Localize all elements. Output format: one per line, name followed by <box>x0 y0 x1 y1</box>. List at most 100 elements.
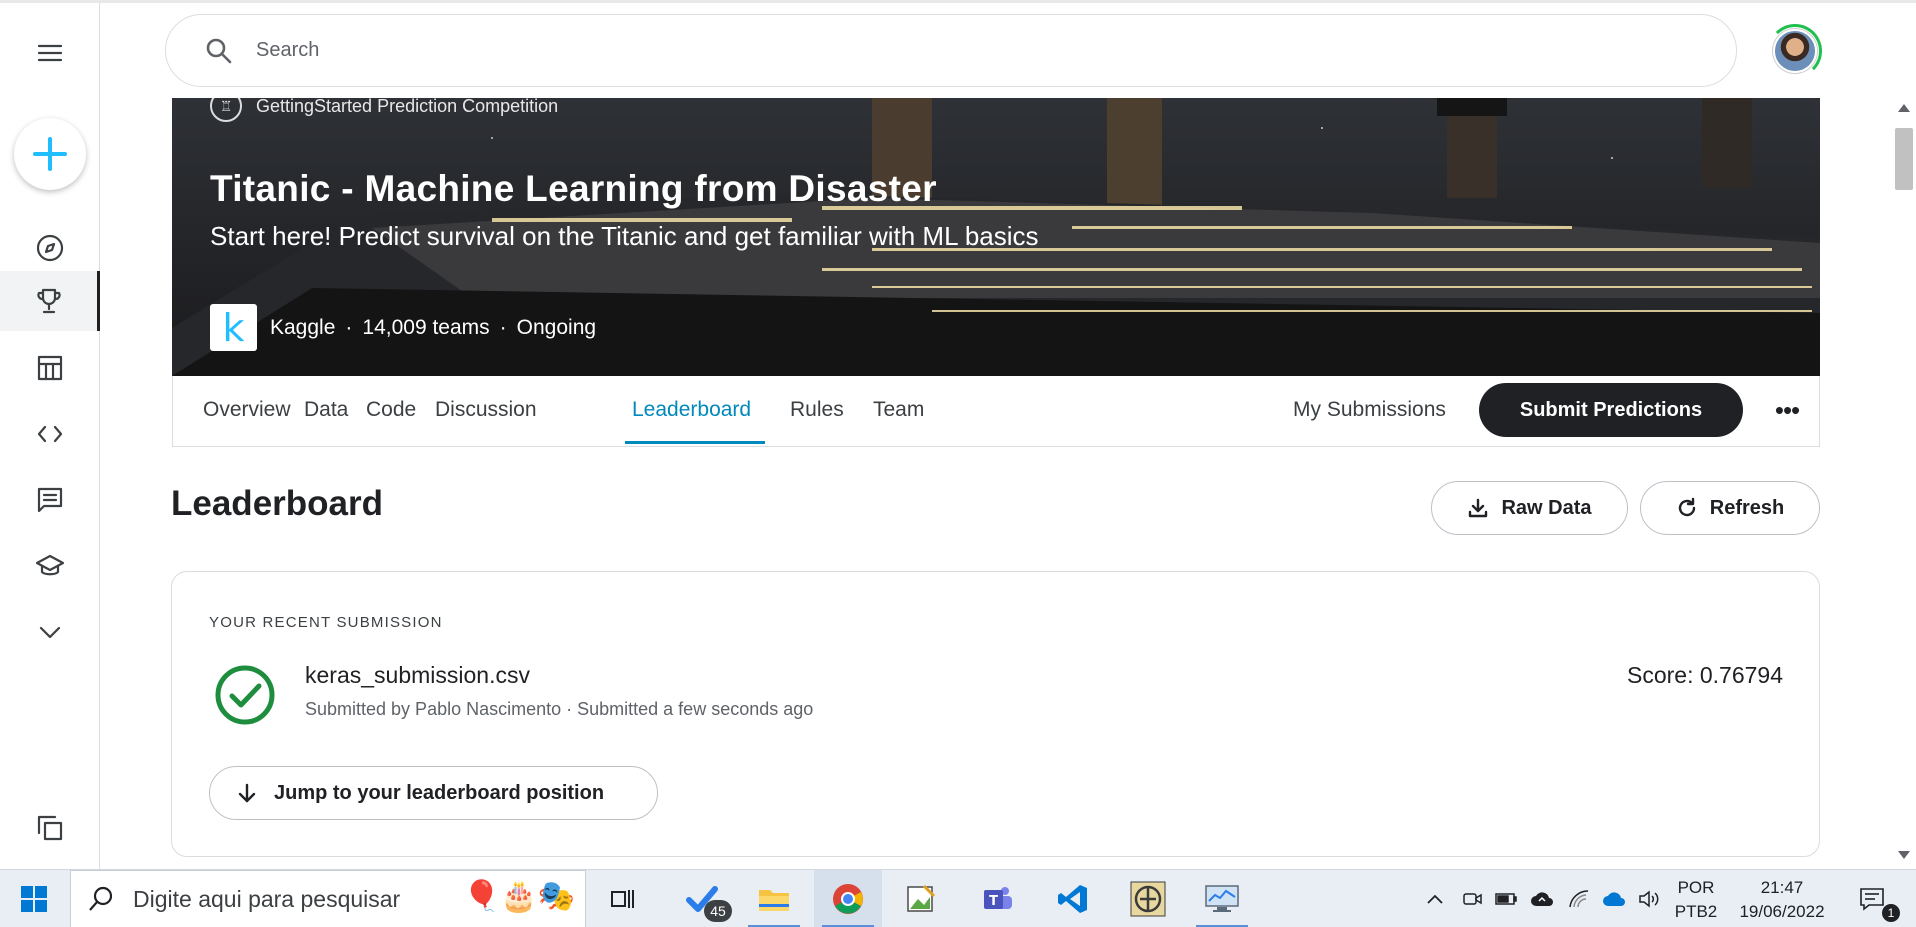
search-input[interactable] <box>256 39 1656 62</box>
jump-label: Jump to your leaderboard position <box>274 781 605 804</box>
raw-data-button[interactable]: Raw Data <box>1431 481 1628 535</box>
chevron-up-icon <box>1427 894 1443 904</box>
scroll-thumb[interactable] <box>1895 128 1913 190</box>
sidebar-item-recently-viewed[interactable] <box>0 798 100 858</box>
clock-date: 19/06/2022 <box>1739 902 1825 921</box>
tray-clock[interactable]: 21:47 19/06/2022 <box>1727 876 1837 924</box>
copy-stack-icon <box>37 815 63 841</box>
arrow-down-icon <box>238 783 256 803</box>
recent-submission-card: YOUR RECENT SUBMISSION keras_submission.… <box>171 571 1820 857</box>
vscode-icon <box>1058 885 1087 913</box>
left-sidebar <box>0 3 100 869</box>
teams-icon: T <box>984 887 1012 909</box>
eclipse-app-icon <box>1130 881 1166 917</box>
competition-status: Ongoing <box>516 315 597 339</box>
comment-icon <box>37 487 63 513</box>
success-check-icon <box>215 665 275 725</box>
plus-icon <box>33 137 67 171</box>
tray-cloud-sync[interactable] <box>1528 870 1556 927</box>
teams-count: 14,009 teams <box>362 315 490 339</box>
page-scrollbar[interactable] <box>1892 98 1916 869</box>
image-app-button[interactable] <box>887 870 955 927</box>
code-icon <box>37 425 63 443</box>
sidebar-item-code[interactable] <box>0 404 100 464</box>
refresh-label: Refresh <box>1709 496 1785 519</box>
sidebar-item-learn[interactable] <box>0 536 100 596</box>
language-code: POR <box>1677 878 1715 897</box>
submission-score: Score: 0.76794 <box>1626 662 1783 688</box>
tab-leaderboard[interactable]: Leaderboard <box>632 398 751 422</box>
sidebar-item-discussions[interactable] <box>0 470 100 530</box>
tab-team[interactable]: Team <box>873 398 924 422</box>
tab-rules[interactable]: Rules <box>790 398 844 422</box>
chrome-button[interactable] <box>814 870 882 927</box>
folder-icon <box>759 890 789 911</box>
cloud-upload-icon <box>1531 892 1553 906</box>
refresh-button[interactable]: Refresh <box>1640 481 1820 535</box>
scroll-down-arrow[interactable] <box>1898 851 1910 859</box>
tray-onedrive[interactable] <box>1601 870 1629 927</box>
sidebar-item-home[interactable] <box>0 218 100 278</box>
task-view-button[interactable] <box>588 870 656 927</box>
start-button[interactable] <box>0 870 68 927</box>
vscode-button[interactable] <box>1039 870 1107 927</box>
tray-battery[interactable] <box>1492 870 1520 927</box>
scroll-up-arrow[interactable] <box>1898 104 1910 112</box>
eclipse-app-button[interactable] <box>1114 870 1182 927</box>
raw-data-label: Raw Data <box>1501 496 1592 519</box>
kaggle-logo[interactable]: k <box>210 304 257 351</box>
competition-type: ♖ GettingStarted Prediction Competition <box>210 98 558 122</box>
avatar[interactable] <box>1773 29 1817 73</box>
recent-submission-heading: YOUR RECENT SUBMISSION <box>209 614 443 631</box>
submission-meta: Submitted by Pablo Nascimento · Submitte… <box>305 699 814 719</box>
page-title: Leaderboard <box>171 484 383 523</box>
keyboard-layout: PTB2 <box>1674 902 1718 921</box>
create-button[interactable] <box>14 118 86 190</box>
sidebar-item-more[interactable] <box>0 602 100 662</box>
competition-type-label: GettingStarted Prediction Competition <box>256 98 559 116</box>
picture-edit-icon <box>907 884 936 912</box>
onedrive-cloud-icon <box>1603 892 1625 906</box>
teams-button[interactable]: T <box>964 870 1032 927</box>
sidebar-item-datasets[interactable] <box>0 338 100 398</box>
tray-volume[interactable] <box>1636 870 1664 927</box>
search-highlight-doodle-icon: 🎈🎂🎭 <box>462 880 575 913</box>
my-submissions-link[interactable]: My Submissions <box>1293 398 1446 422</box>
institution-icon: ♖ <box>210 98 242 122</box>
camera-icon <box>1463 893 1482 905</box>
search-bar[interactable] <box>165 14 1737 87</box>
tab-overview[interactable]: Overview <box>203 398 291 422</box>
host-link[interactable]: Kaggle <box>270 316 335 340</box>
jump-to-position-button[interactable]: Jump to your leaderboard position <box>209 766 658 820</box>
file-explorer-button[interactable] <box>740 870 808 927</box>
tray-wifi[interactable] <box>1566 870 1594 927</box>
menu-button[interactable] <box>0 23 100 83</box>
notifications-badge: 1 <box>1882 904 1900 922</box>
tab-data[interactable]: Data <box>304 398 348 422</box>
competition-tabs: Overview Data Code Discussion Leaderboar… <box>172 376 1820 447</box>
svg-text:T: T <box>989 894 998 909</box>
more-options-icon[interactable]: ••• <box>1769 392 1805 428</box>
separator: · <box>345 315 353 339</box>
submit-predictions-button[interactable]: Submit Predictions <box>1479 383 1743 437</box>
competition-meta: k Kaggle · 14,009 teams · Ongoing <box>210 304 596 351</box>
compass-icon <box>36 234 64 262</box>
notification-icon <box>1860 888 1884 911</box>
todo-app-button[interactable]: 45 <box>668 870 736 927</box>
task-view-icon <box>611 890 634 908</box>
chevron-down-icon <box>39 626 61 639</box>
sidebar-item-competitions[interactable] <box>0 271 100 331</box>
separator: · <box>499 315 507 339</box>
tab-discussion[interactable]: Discussion <box>435 398 537 422</box>
show-hidden-icons-button[interactable] <box>1424 870 1446 927</box>
remote-desktop-button[interactable] <box>1188 870 1256 927</box>
taskbar-search[interactable]: Digite aqui para pesquisar 🎈🎂🎭 <box>70 870 586 927</box>
tray-meet-now[interactable] <box>1459 870 1485 927</box>
tray-input-language[interactable]: POR PTB2 <box>1672 876 1720 924</box>
tab-code[interactable]: Code <box>366 398 416 422</box>
refresh-icon <box>1678 497 1695 517</box>
competition-title: Titanic - Machine Learning from Disaster <box>210 168 937 209</box>
wifi-icon <box>1569 890 1589 908</box>
taskbar-search-placeholder: Digite aqui para pesquisar <box>133 885 401 912</box>
battery-icon <box>1495 893 1517 905</box>
